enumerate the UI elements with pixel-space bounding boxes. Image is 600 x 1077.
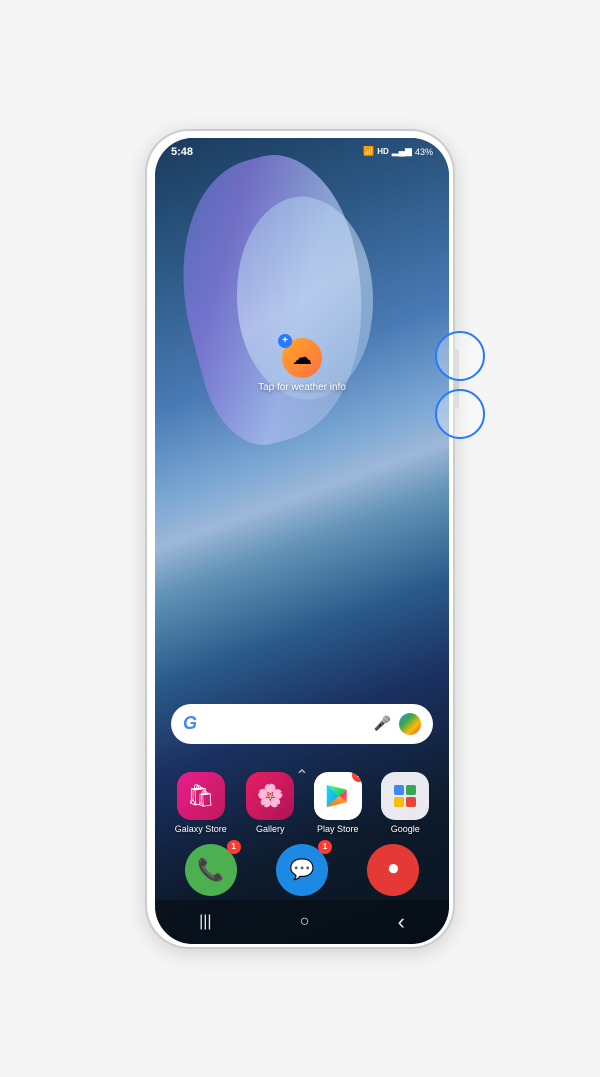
hd-label: HD bbox=[377, 147, 389, 156]
google-cell-red bbox=[406, 797, 416, 807]
google-app[interactable]: Google bbox=[381, 772, 429, 834]
flower-icon: 🌸 bbox=[257, 783, 284, 809]
play-store-badge: 1 bbox=[352, 772, 362, 782]
messages-app-icon[interactable]: 1 💬 bbox=[276, 844, 328, 896]
galaxy-store-app[interactable]: 🛍 Galaxy Store bbox=[175, 772, 227, 834]
signal-icon: ▂▄▆ bbox=[392, 146, 412, 157]
recents-button[interactable]: ||| bbox=[199, 913, 211, 931]
google-lens-icon[interactable] bbox=[399, 713, 421, 735]
message-bubble-icon: 💬 bbox=[290, 857, 315, 882]
play-store-icon[interactable]: 1 bbox=[314, 772, 362, 820]
phone-device: 5:48 📶 HD ▂▄▆ 43% ☁ Tap for weather info… bbox=[145, 129, 455, 949]
nav-bar: ||| ○ ‹ bbox=[155, 900, 449, 944]
app-drawer-chevron[interactable]: ⌃ bbox=[295, 766, 308, 786]
bottom-dock: 1 📞 1 💬 ⏺ bbox=[165, 844, 439, 896]
google-label: Google bbox=[391, 824, 420, 834]
google-icon[interactable] bbox=[381, 772, 429, 820]
messages-badge: 1 bbox=[318, 840, 332, 854]
google-cell-blue bbox=[394, 785, 404, 795]
home-button[interactable]: ○ bbox=[300, 913, 310, 931]
phone-app-icon[interactable]: 1 📞 bbox=[185, 844, 237, 896]
camera-app-icon[interactable]: ⏺ bbox=[367, 844, 419, 896]
status-bar: 5:48 📶 HD ▂▄▆ 43% bbox=[155, 138, 449, 166]
google-cell-yellow bbox=[394, 797, 404, 807]
wifi-icon: 📶 bbox=[363, 146, 374, 157]
bag-icon: 🛍 bbox=[187, 783, 215, 809]
status-icons: 📶 HD ▂▄▆ 43% bbox=[363, 146, 433, 157]
galaxy-store-label: Galaxy Store bbox=[175, 824, 227, 834]
gallery-icon[interactable]: 🌸 bbox=[246, 772, 294, 820]
play-triangle-svg bbox=[323, 781, 353, 811]
phone-screen: 5:48 📶 HD ▂▄▆ 43% ☁ Tap for weather info… bbox=[155, 138, 449, 944]
gallery-label: Gallery bbox=[256, 824, 285, 834]
back-button[interactable]: ‹ bbox=[398, 909, 405, 935]
phone-badge: 1 bbox=[227, 840, 241, 854]
battery-label: 43% bbox=[415, 147, 433, 157]
galaxy-store-icon[interactable]: 🛍 bbox=[177, 772, 225, 820]
google-cell-green bbox=[406, 785, 416, 795]
play-store-app[interactable]: 1 bbox=[314, 772, 362, 834]
phone-handset-icon: 📞 bbox=[197, 857, 224, 883]
play-store-label: Play Store bbox=[317, 824, 359, 834]
chevron-up-icon: ⌃ bbox=[295, 768, 308, 785]
status-time: 5:48 bbox=[171, 146, 193, 158]
weather-widget[interactable]: ☁ Tap for weather info bbox=[258, 338, 346, 393]
weather-icon: ☁ bbox=[282, 338, 322, 378]
cloud-icon: ☁ bbox=[292, 345, 312, 370]
search-bar[interactable]: G 🎤 bbox=[171, 704, 433, 744]
gallery-app[interactable]: 🌸 Gallery bbox=[246, 772, 294, 834]
mic-icon[interactable]: 🎤 bbox=[374, 715, 391, 732]
google-g-logo: G bbox=[183, 713, 197, 734]
page-background: 5:48 📶 HD ▂▄▆ 43% ☁ Tap for weather info… bbox=[0, 0, 600, 1077]
google-grid-icon bbox=[392, 783, 418, 809]
camera-icon: ⏺ bbox=[388, 858, 398, 881]
volume-up-circle-annotation bbox=[435, 331, 485, 381]
volume-down-circle-annotation bbox=[435, 389, 485, 439]
weather-label: Tap for weather info bbox=[258, 382, 346, 393]
